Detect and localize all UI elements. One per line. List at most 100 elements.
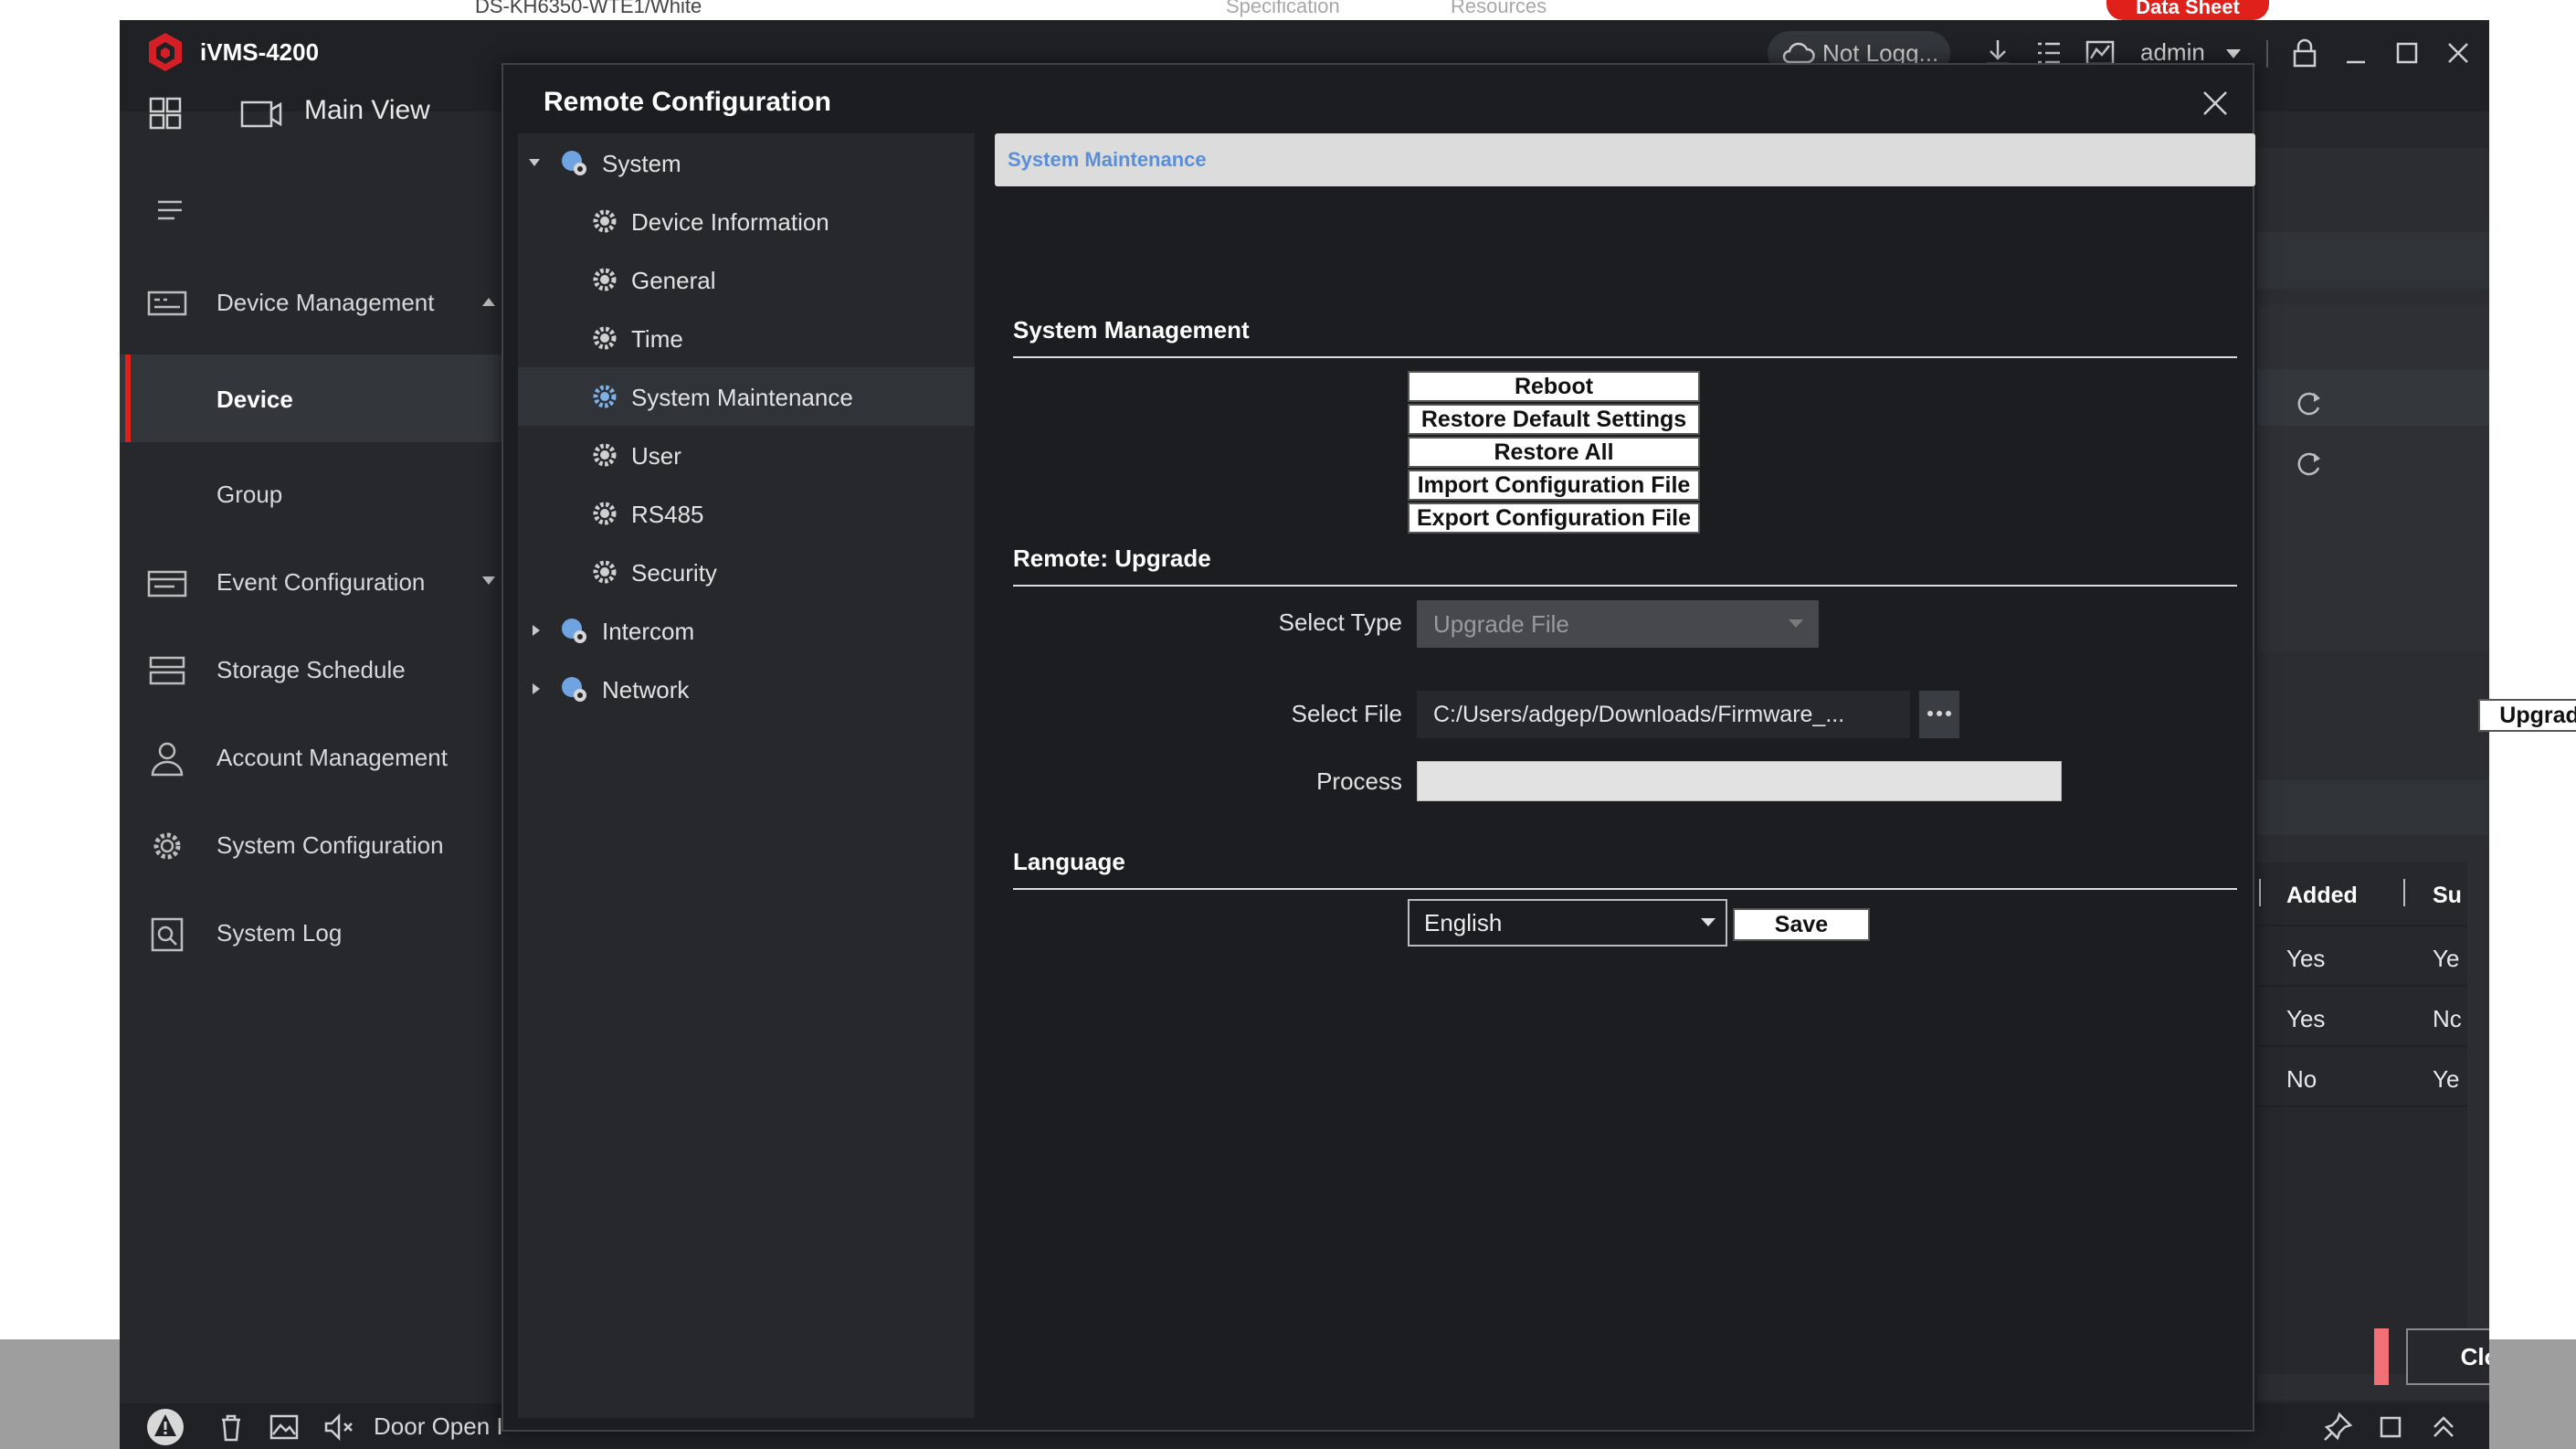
tree-node-device-information[interactable]: Device Information xyxy=(518,192,975,250)
tree-label: Device Information xyxy=(631,208,829,236)
tab-specification[interactable]: Specification xyxy=(1226,0,1340,18)
web-page-strip: DS-KH6350-WTE1/White Specification Resou… xyxy=(0,0,2576,20)
export-configuration-file-button[interactable]: Export Configuration File xyxy=(1408,502,1700,534)
sidebar-item-device-management[interactable]: Device Management xyxy=(120,259,503,345)
tree-label: User xyxy=(631,442,681,470)
column-divider xyxy=(2259,879,2261,906)
trash-icon[interactable] xyxy=(215,1411,248,1444)
grid-menu-icon[interactable] xyxy=(147,95,184,132)
row-separator xyxy=(2257,1105,2467,1107)
globe-gear-icon xyxy=(562,619,586,643)
pin-icon[interactable] xyxy=(2321,1411,2354,1444)
config-content: System Maintenance System Management Reb… xyxy=(982,133,2576,1418)
sidebar-item-system-configuration[interactable]: System Configuration xyxy=(120,802,503,888)
tree-node-system[interactable]: System xyxy=(518,133,975,192)
tree-label: System xyxy=(602,150,681,177)
alarm-warning-icon[interactable] xyxy=(145,1407,185,1447)
gear-icon xyxy=(593,385,617,408)
tree-node-system-maintenance[interactable]: System Maintenance xyxy=(518,367,975,426)
section-divider xyxy=(1013,356,2237,358)
lock-icon[interactable] xyxy=(2286,35,2323,71)
sidebar-item-label: Event Configuration xyxy=(216,568,426,596)
main-view-icon xyxy=(240,100,282,128)
breadcrumb-label: System Maintenance xyxy=(1008,148,1207,171)
window-close-icon[interactable] xyxy=(2440,35,2476,71)
tab-resources[interactable]: Resources xyxy=(1451,0,1547,18)
tree-collapsed-icon[interactable] xyxy=(531,683,542,694)
table-cell: Nc xyxy=(2433,1005,2462,1032)
door-open-status: Door Open I xyxy=(374,1412,503,1440)
sidebar-item-label: System Configuration xyxy=(216,831,444,859)
restore-all-button[interactable]: Restore All xyxy=(1408,437,1700,468)
select-type-value: Upgrade File xyxy=(1433,610,1569,638)
sidebar-item-label: Device Management xyxy=(216,289,435,316)
tree-node-network[interactable]: Network xyxy=(518,660,975,718)
language-dropdown[interactable]: English xyxy=(1408,899,1727,947)
tree-expanded-icon[interactable] xyxy=(529,157,540,168)
refresh-icon[interactable] xyxy=(2292,387,2325,420)
title-divider xyxy=(2266,40,2268,68)
tree-node-general[interactable]: General xyxy=(518,250,975,309)
restore-default-settings-button[interactable]: Restore Default Settings xyxy=(1408,404,1700,435)
tree-label: Network xyxy=(602,676,690,703)
select-type-dropdown: Upgrade File xyxy=(1417,600,1819,648)
datasheet-button[interactable]: Data Sheet xyxy=(2106,0,2269,20)
gear-icon xyxy=(153,832,181,860)
tree-label: RS485 xyxy=(631,501,704,528)
upgrade-progress-bar xyxy=(1417,761,2062,801)
window-toggle-icon[interactable] xyxy=(2374,1411,2407,1444)
file-path-input[interactable]: C:/Users/adgep/Downloads/Firmware_... xyxy=(1417,691,1910,738)
chevron-down-icon[interactable] xyxy=(481,576,496,587)
column-header-su[interactable]: Su xyxy=(2433,883,2462,909)
mute-icon[interactable] xyxy=(322,1411,355,1444)
breadcrumb: System Maintenance xyxy=(995,133,2255,186)
log-icon xyxy=(151,917,184,952)
chevron-up-icon[interactable] xyxy=(481,296,496,307)
tree-label: System Maintenance xyxy=(631,384,853,411)
section-divider xyxy=(1013,585,2237,587)
tree-node-intercom[interactable]: Intercom xyxy=(518,601,975,660)
maximize-icon[interactable] xyxy=(2389,35,2425,71)
gear-icon xyxy=(593,443,617,467)
sidebar-item-system-log[interactable]: System Log xyxy=(120,890,503,976)
sidebar-item-device[interactable]: Device xyxy=(120,354,503,442)
sidebar-item-storage-schedule[interactable]: Storage Schedule xyxy=(120,627,503,713)
section-title-remote-upgrade: Remote: Upgrade xyxy=(1013,545,1211,572)
search-bar xyxy=(2257,780,2489,835)
column-header-added[interactable]: Added xyxy=(2286,883,2358,909)
hamburger-menu-icon[interactable] xyxy=(156,199,184,221)
gear-icon xyxy=(593,560,617,584)
remote-configuration-dialog: Remote Configuration System Device Infor… xyxy=(501,63,2576,1432)
refresh-icon[interactable] xyxy=(2292,448,2325,481)
sidebar-item-event-configuration[interactable]: Event Configuration xyxy=(120,539,503,625)
save-button[interactable]: Save xyxy=(1733,908,1870,941)
tree-node-rs485[interactable]: RS485 xyxy=(518,484,975,543)
account-icon xyxy=(151,742,184,777)
tab-main-view[interactable]: Main View xyxy=(304,95,430,126)
reboot-button[interactable]: Reboot xyxy=(1408,371,1700,402)
column-divider xyxy=(2403,879,2405,906)
minimize-icon[interactable] xyxy=(2338,35,2374,71)
tree-label: Intercom xyxy=(602,618,695,645)
dialog-close-icon[interactable] xyxy=(2201,89,2230,118)
chevron-down-icon[interactable] xyxy=(2224,48,2243,60)
language-value: English xyxy=(1424,909,1503,936)
primary-action-button[interactable] xyxy=(2374,1328,2389,1385)
globe-gear-icon xyxy=(562,677,586,702)
globe-gear-icon xyxy=(562,151,586,175)
tree-node-time[interactable]: Time xyxy=(518,309,975,367)
table-cell: No xyxy=(2286,1065,2317,1093)
row-separator xyxy=(2257,1045,2467,1047)
sidebar-item-group[interactable]: Group xyxy=(120,450,503,537)
tree-node-security[interactable]: Security xyxy=(518,543,975,601)
sidebar-item-account-management[interactable]: Account Management xyxy=(120,714,503,800)
import-configuration-file-button[interactable]: Import Configuration File xyxy=(1408,470,1700,501)
double-chevron-up-icon[interactable] xyxy=(2427,1411,2460,1444)
image-icon[interactable] xyxy=(268,1411,301,1444)
tree-collapsed-icon[interactable] xyxy=(531,625,542,636)
close-button[interactable]: Close xyxy=(2406,1328,2489,1385)
upgrade-button[interactable]: Upgrade xyxy=(2478,699,2576,732)
tree-node-user[interactable]: User xyxy=(518,426,975,484)
browse-file-button[interactable] xyxy=(1919,691,1959,738)
select-file-label: Select File xyxy=(1291,700,1402,727)
